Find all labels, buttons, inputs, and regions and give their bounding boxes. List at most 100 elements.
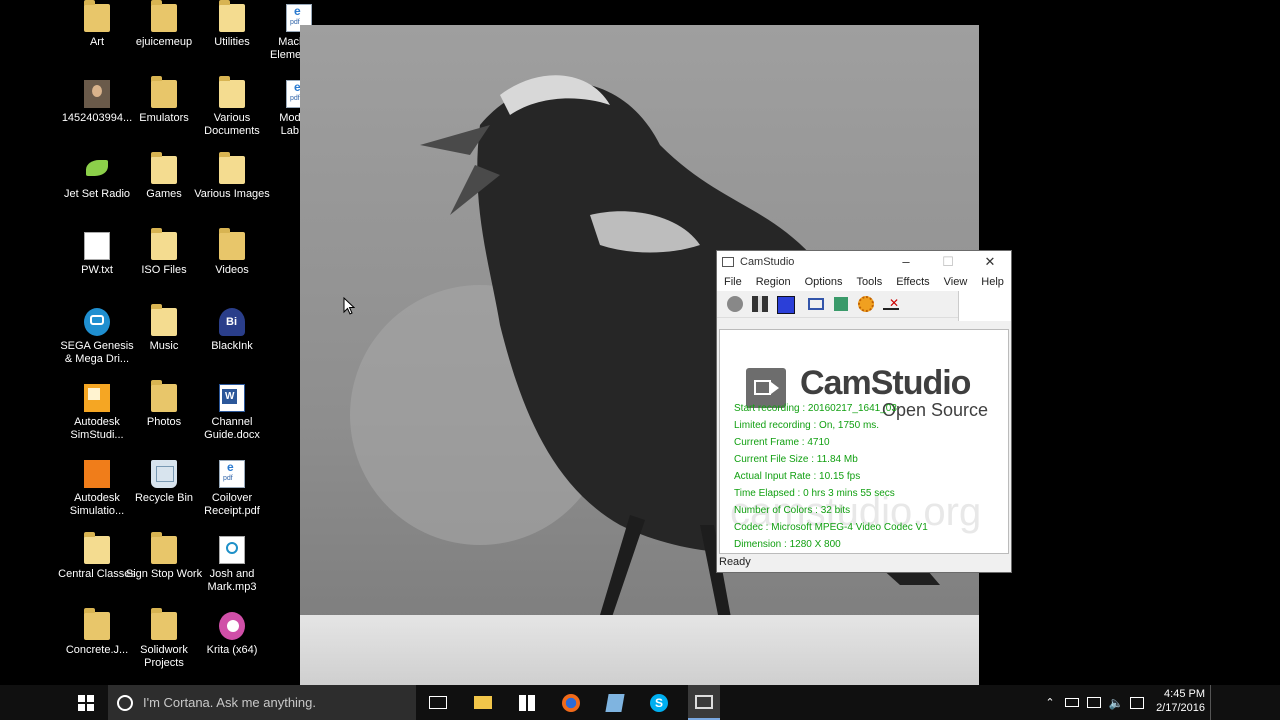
window-title: CamStudio [740,256,795,268]
network-tray-button[interactable] [1084,685,1104,720]
desktop-icon-photos[interactable]: Photos [125,380,203,429]
stat-number-of-colors: Number of Colors : 32 bits [734,505,851,516]
minimize-to-tray-button[interactable]: ✕ [882,295,900,313]
photo-icon [84,80,110,108]
recording-stats: Start recording : 20160217_1641_03 Limit… [734,400,928,553]
desktop-icon-emulators[interactable]: Emulators [125,76,203,125]
pdf-icon [219,460,245,488]
firefox-button[interactable] [556,685,586,720]
desktop-icon-solidwork-projects[interactable]: Solidwork Projects [125,608,203,670]
camstudio-app-icon [722,257,734,267]
power-icon [1065,698,1079,707]
camstudio-icon [695,694,713,709]
record-button[interactable] [726,295,744,313]
maximize-button[interactable]: ☐ [927,254,969,270]
autodesk-icon [84,384,110,412]
volume-tray-button[interactable]: 🔈 [1106,685,1126,720]
clock-time: 4:45 PM [1164,688,1205,700]
record-icon [727,296,743,312]
folder-icon [151,228,177,260]
folder-icon [151,380,177,412]
store-button[interactable] [512,685,542,720]
desktop-icon-coilover-receipt[interactable]: Coilover Receipt.pdf [193,460,271,518]
minimize-button[interactable]: – [885,254,927,270]
camstudio-window[interactable]: CamStudio – ☐ ✕ File Region Options Tool… [716,250,1012,573]
stat-file-size: Current File Size : 11.84 Mb [734,454,858,465]
camstudio-taskbar-button[interactable] [688,685,720,720]
art-folder-icon [84,0,110,32]
camstudio-titlebar[interactable]: CamStudio – ☐ ✕ [717,251,1011,273]
toolbar-blank-area [958,291,1011,321]
desktop-icon-blackink[interactable]: BlackInk [193,308,271,353]
folder-icon [219,228,245,260]
wallpaper-ground [300,615,979,685]
folder-icon [219,152,245,184]
folder-icon [219,76,245,108]
region-icon [808,298,824,310]
firefox-icon [562,693,580,712]
desktop-icon-sign-stop-work[interactable]: Sign Stop Work [125,532,203,581]
region-button[interactable] [807,295,825,313]
menu-region[interactable]: Region [756,276,791,288]
stat-time-elapsed: Time Elapsed : 0 hrs 3 mins 55 secs [734,488,895,499]
stat-dimension: Dimension : 1280 X 800 [734,539,841,550]
camstudio-toolbar: ✕ [717,291,1011,321]
annotation-icon [834,297,848,311]
text-file-icon [84,232,110,260]
options-button[interactable] [857,295,875,313]
desktop-icon-channel-guide[interactable]: Channel Guide.docx [193,384,271,442]
folder-icon [151,608,177,640]
power-tray-button[interactable] [1062,685,1082,720]
jet-set-radio-icon [84,156,110,184]
windows-logo-icon [78,694,94,711]
desktop-icons: Art ejuicemeup Utilities Machine Element… [58,0,338,684]
action-center-button[interactable] [1128,685,1146,720]
desktop-icon-various-images[interactable]: Various Images [193,152,271,201]
app-button[interactable] [600,685,630,720]
network-icon [1087,697,1101,708]
menu-help[interactable]: Help [981,276,1004,288]
stat-codec: Codec : Microsoft MPEG-4 Video Codec V1 [734,522,928,533]
mouse-cursor-icon [343,297,355,315]
menu-options[interactable]: Options [805,276,843,288]
folder-icon [219,0,245,32]
menu-file[interactable]: File [724,276,742,288]
stop-button[interactable] [776,295,795,314]
folder-icon [151,76,177,108]
menu-view[interactable]: View [944,276,968,288]
desktop-icon-ejuicemeup[interactable]: ejuicemeup [125,0,203,49]
desktop-icon-videos[interactable]: Videos [193,228,271,277]
pause-button[interactable] [751,295,769,313]
stat-start-recording: Start recording : 20160217_1641_03 [734,403,897,414]
stat-input-rate: Actual Input Rate : 10.15 fps [734,471,861,482]
desktop-icon-krita[interactable]: Krita (x64) [193,612,271,657]
taskbar-clock[interactable]: 4:45 PM 2/17/2016 [1156,687,1205,715]
close-button[interactable]: ✕ [969,254,1011,270]
desktop-icon-games[interactable]: Games [125,152,203,201]
speaker-icon: 🔈 [1108,695,1124,710]
taskbar: I'm Cortana. Ask me anything. S ⌃ 🔈 4:45… [0,685,1280,720]
folder-icon [151,152,177,184]
task-view-button[interactable] [424,685,452,720]
cortana-search-box[interactable]: I'm Cortana. Ask me anything. [108,685,416,720]
close-red-icon: ✕ [883,297,899,310]
skype-button[interactable]: S [644,685,674,720]
menu-effects[interactable]: Effects [896,276,929,288]
start-button[interactable] [70,685,102,720]
desktop-icon-iso-files[interactable]: ISO Files [125,228,203,277]
notification-icon [1130,696,1144,709]
file-explorer-button[interactable] [468,685,498,720]
app-icon [605,693,625,712]
folder-icon [151,0,177,32]
gear-icon [858,296,874,312]
music-file-icon [219,536,245,564]
krita-icon [219,612,245,640]
annotation-button[interactable] [832,295,850,313]
desktop-icon-recycle-bin[interactable]: Recycle Bin [125,460,203,505]
show-desktop-button[interactable] [1210,685,1215,720]
show-hidden-icons-button[interactable]: ⌃ [1040,685,1060,720]
desktop-icon-josh-and-mark[interactable]: Josh and Mark.mp3 [193,536,271,594]
desktop-icon-music[interactable]: Music [125,304,203,353]
skype-icon: S [650,693,668,712]
menu-tools[interactable]: Tools [857,276,883,288]
